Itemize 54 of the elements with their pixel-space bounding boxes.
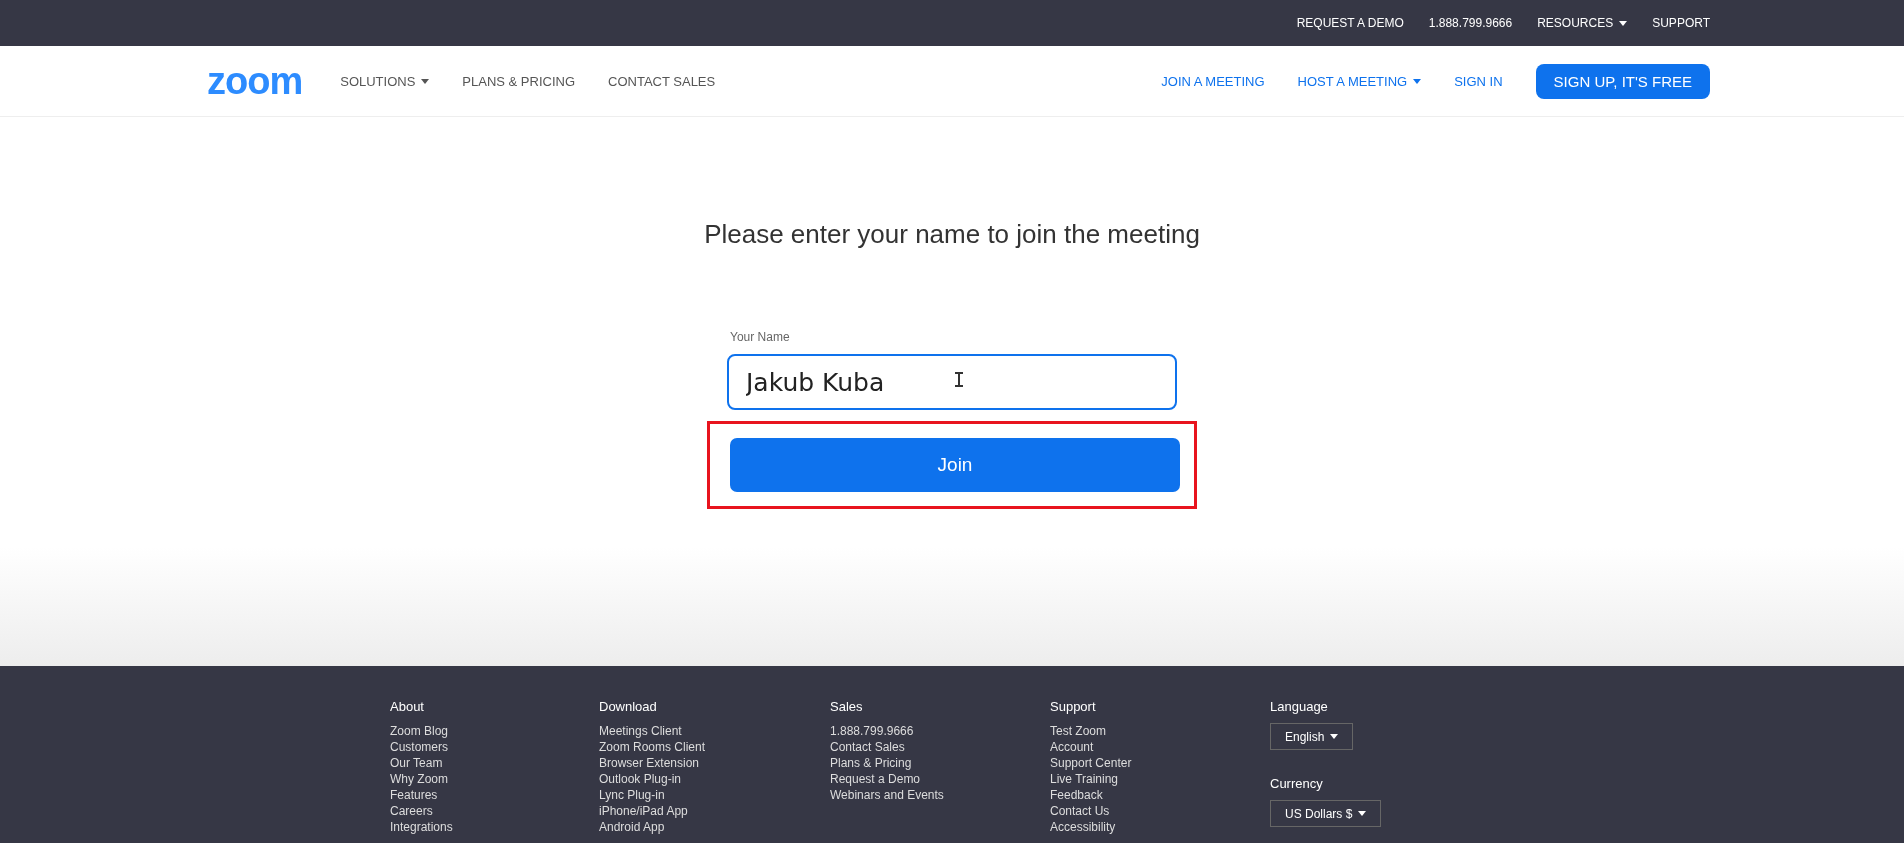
- footer-link[interactable]: Contact Sales: [830, 739, 905, 755]
- join-button[interactable]: Join: [730, 438, 1180, 492]
- footer-link[interactable]: Android App: [599, 819, 665, 835]
- nav-link[interactable]: HOST A MEETING: [1297, 73, 1422, 89]
- caret-icon: [1619, 20, 1628, 26]
- footer-link[interactable]: 1.888.799.9666: [830, 723, 914, 739]
- footer-link[interactable]: Our Team: [390, 755, 443, 771]
- top-bar-link[interactable]: REQUEST A DEMO: [1296, 16, 1404, 30]
- nav-link[interactable]: JOIN A MEETING: [1161, 73, 1265, 89]
- footer-link[interactable]: iPhone/iPad App: [599, 803, 688, 819]
- footer-link[interactable]: Accessibility: [1050, 819, 1116, 835]
- caret-icon: [1413, 78, 1422, 84]
- footer-link[interactable]: Support Center: [1050, 755, 1132, 771]
- nav-link[interactable]: SIGN IN: [1454, 73, 1503, 89]
- text-cursor-icon: [955, 372, 963, 387]
- footer-link[interactable]: Zoom Blog: [390, 723, 449, 739]
- footer-link[interactable]: Request a Demo: [830, 771, 921, 787]
- field-label: Your Name: [730, 330, 790, 344]
- footer-link[interactable]: Features: [390, 787, 438, 803]
- footer-link[interactable]: Careers: [390, 803, 433, 819]
- footer-heading: Currency: [1270, 776, 1323, 791]
- top-bar-link[interactable]: SUPPORT: [1652, 16, 1710, 30]
- footer-link[interactable]: Meetings Client: [599, 723, 682, 739]
- footer-heading: Sales: [830, 699, 863, 714]
- footer-heading: Support: [1050, 699, 1096, 714]
- top-bar-link[interactable]: RESOURCES: [1537, 16, 1628, 30]
- footer-link[interactable]: Browser Extension: [599, 755, 700, 771]
- footer-link[interactable]: Outlook Plug-in: [599, 771, 682, 787]
- footer-link[interactable]: Live Training: [1050, 771, 1119, 787]
- nav-link[interactable]: CONTACT SALES: [608, 73, 716, 89]
- footer-link[interactable]: Lync Plug-in: [599, 787, 665, 803]
- footer-heading: Language: [1270, 699, 1328, 714]
- caret-icon: [421, 78, 430, 84]
- footer-heading: Download: [599, 699, 657, 714]
- footer-link[interactable]: Integrations: [390, 819, 453, 835]
- footer-link[interactable]: Zoom Rooms Client: [599, 739, 706, 755]
- caret-icon: [1330, 734, 1339, 739]
- footer-link[interactable]: Webinars and Events: [830, 787, 944, 803]
- caret-icon: [1358, 811, 1367, 816]
- page-heading: Please enter your name to join the meeting: [704, 219, 1200, 250]
- footer-link[interactable]: Contact Us: [1050, 803, 1110, 819]
- footer-link[interactable]: Plans & Pricing: [830, 755, 912, 771]
- nav-link[interactable]: PLANS & PRICING: [462, 73, 576, 89]
- dropdown-select[interactable]: English: [1270, 723, 1354, 750]
- signup-button[interactable]: SIGN UP, IT'S FREE: [1535, 63, 1710, 99]
- footer-link[interactable]: Customers: [390, 739, 448, 755]
- top-bar-link[interactable]: 1.888.799.9666: [1428, 16, 1513, 30]
- footer-link[interactable]: Feedback: [1050, 787, 1103, 803]
- footer-link[interactable]: Test Zoom: [1050, 723, 1106, 739]
- footer-heading: About: [390, 699, 424, 714]
- nav-link[interactable]: SOLUTIONS: [340, 73, 430, 89]
- dropdown-select[interactable]: US Dollars $: [1270, 800, 1382, 827]
- footer-link[interactable]: Why Zoom: [390, 771, 448, 787]
- footer-link[interactable]: Account: [1050, 739, 1094, 755]
